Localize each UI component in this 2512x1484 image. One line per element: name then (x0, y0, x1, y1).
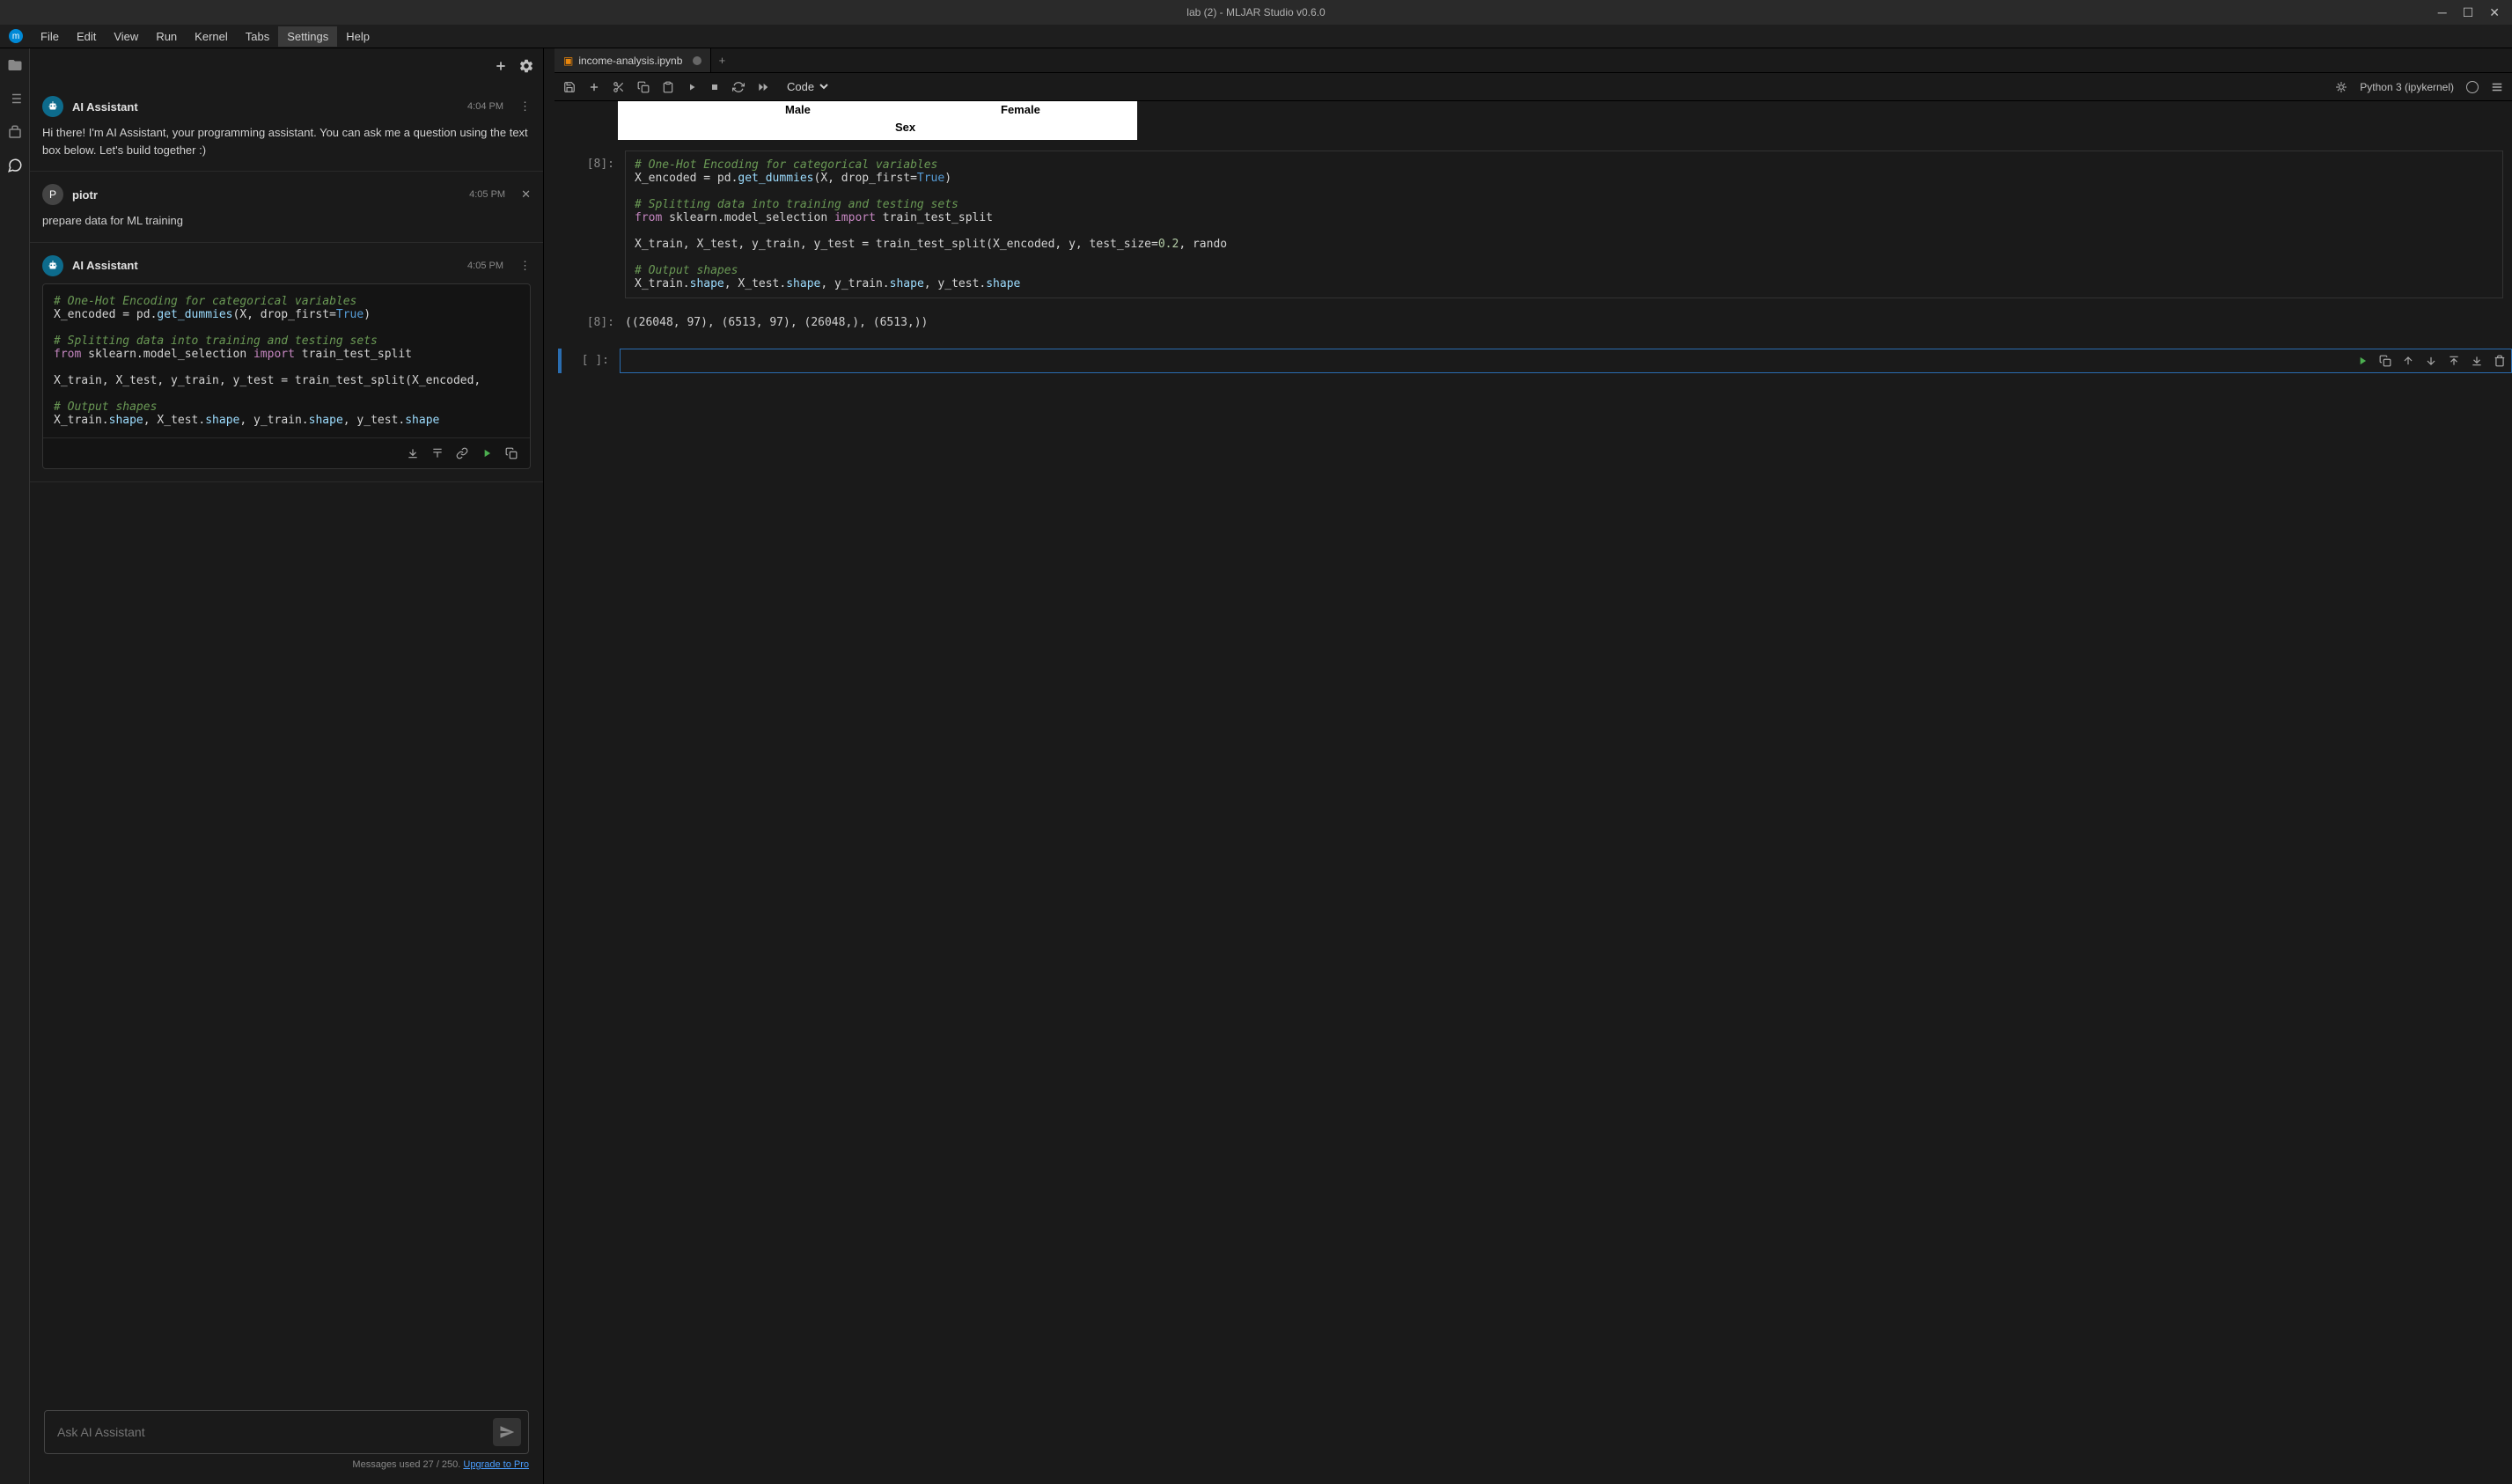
ai-avatar-icon (42, 255, 63, 276)
message-body: prepare data for ML training (42, 212, 531, 230)
menubar: m File Edit View Run Kernel Tabs Setting… (0, 25, 2512, 48)
app-logo-icon: m (9, 29, 23, 43)
run-cell-icon[interactable] (687, 82, 697, 92)
copy-icon[interactable] (505, 447, 518, 459)
paste-icon[interactable] (662, 81, 674, 93)
chat-input[interactable] (57, 1425, 493, 1439)
close-icon[interactable]: ✕ (2489, 5, 2500, 20)
insert-below-icon[interactable] (2471, 355, 2483, 367)
list-icon[interactable] (7, 91, 23, 107)
cut-icon[interactable] (613, 81, 625, 93)
menu-run[interactable]: Run (147, 26, 186, 47)
empty-cell-body[interactable] (620, 349, 2512, 373)
sender-name: piotr (72, 188, 98, 202)
chat-input-container (44, 1410, 529, 1454)
menu-icon[interactable] (2491, 81, 2503, 93)
cell-prompt: [8]: (563, 151, 625, 298)
upgrade-link[interactable]: Upgrade to Pro (463, 1459, 529, 1470)
chat-icon[interactable] (7, 158, 23, 173)
menu-kernel[interactable]: Kernel (186, 26, 237, 47)
code-block: # One-Hot Encoding for categorical varia… (42, 283, 531, 469)
kernel-status-icon (2466, 81, 2479, 93)
move-down-icon[interactable] (2425, 355, 2437, 367)
package-icon[interactable] (7, 124, 23, 140)
message-menu-icon[interactable]: ⋮ (519, 259, 531, 273)
divider[interactable] (544, 48, 555, 1484)
menu-help[interactable]: Help (337, 26, 378, 47)
folder-icon[interactable] (7, 57, 23, 73)
ai-chat-panel: AI Assistant 4:04 PM ⋮ Hi there! I'm AI … (29, 48, 544, 1484)
kernel-name[interactable]: Python 3 (ipykernel) (2360, 81, 2454, 93)
titlebar: lab (2) - MLJAR Studio v0.6.0 ─ ☐ ✕ (0, 0, 2512, 25)
add-cell-icon[interactable] (588, 81, 600, 93)
run-icon[interactable] (481, 447, 493, 459)
user-avatar-icon: P (42, 184, 63, 205)
menu-edit[interactable]: Edit (68, 26, 105, 47)
usage-text: Messages used 27 / 250. Upgrade to Pro (44, 1459, 529, 1470)
message-body: Hi there! I'm AI Assistant, your program… (42, 124, 531, 158)
duplicate-icon[interactable] (2379, 355, 2391, 367)
new-tab-button[interactable]: + (711, 48, 732, 72)
chart-output: Male Female Sex (618, 101, 1137, 140)
output-cell: [8]: ((26048, 97), (6513, 97), (26048,),… (555, 305, 2512, 340)
stop-icon[interactable] (709, 82, 720, 92)
chat-message-ai: AI Assistant 4:04 PM ⋮ Hi there! I'm AI … (30, 84, 543, 172)
code-content: # One-Hot Encoding for categorical varia… (43, 284, 530, 437)
menu-settings[interactable]: Settings (278, 26, 337, 47)
ai-avatar-icon (42, 96, 63, 117)
tab-label: income-analysis.ipynb (578, 55, 682, 67)
chat-message-user: P piotr 4:05 PM ✕ prepare data for ML tr… (30, 172, 543, 243)
delete-message-icon[interactable]: ✕ (521, 187, 531, 202)
save-icon[interactable] (563, 81, 576, 93)
new-chat-icon[interactable] (494, 59, 508, 73)
output-prompt: [8]: (563, 309, 625, 336)
insert-below-icon[interactable] (407, 447, 419, 459)
sender-name: AI Assistant (72, 259, 138, 272)
sender-name: AI Assistant (72, 100, 138, 114)
notebook-file-icon: ▣ (563, 55, 573, 67)
restart-icon[interactable] (732, 81, 745, 93)
link-icon[interactable] (456, 447, 468, 459)
cell-input[interactable]: # One-Hot Encoding for categorical varia… (625, 151, 2503, 298)
maximize-icon[interactable]: ☐ (2463, 5, 2474, 20)
copy-cell-icon[interactable] (637, 81, 650, 93)
minimize-icon[interactable]: ─ (2438, 5, 2447, 20)
code-cell[interactable]: [8]: # One-Hot Encoding for categorical … (555, 147, 2512, 302)
activity-bar (0, 48, 29, 1484)
message-menu-icon[interactable]: ⋮ (519, 99, 531, 114)
menu-tabs[interactable]: Tabs (237, 26, 278, 47)
chat-message-ai-code: AI Assistant 4:05 PM ⋮ # One-Hot Encodin… (30, 243, 543, 482)
delete-cell-icon[interactable] (2494, 355, 2506, 367)
debug-icon[interactable] (2335, 81, 2347, 93)
cell-type-select[interactable]: Code (782, 77, 831, 96)
move-up-icon[interactable] (2402, 355, 2414, 367)
insert-above-icon[interactable] (2448, 355, 2460, 367)
send-button[interactable] (493, 1418, 521, 1446)
notebook-panel: ▣ income-analysis.ipynb + Code Python 3 … (555, 48, 2512, 1484)
menu-file[interactable]: File (32, 26, 68, 47)
run-all-icon[interactable] (757, 81, 769, 93)
notebook-toolbar: Code Python 3 (ipykernel) (555, 73, 2512, 101)
message-time: 4:05 PM (469, 189, 505, 200)
run-cell-icon[interactable] (2356, 355, 2369, 367)
notebook-tab[interactable]: ▣ income-analysis.ipynb (555, 48, 711, 72)
message-time: 4:04 PM (467, 101, 503, 112)
empty-code-cell[interactable]: [ ]: (555, 349, 2512, 373)
menu-view[interactable]: View (105, 26, 147, 47)
empty-prompt: [ ]: (567, 349, 620, 373)
settings-icon[interactable] (518, 58, 534, 74)
message-time: 4:05 PM (467, 261, 503, 271)
tab-dirty-icon[interactable] (693, 56, 701, 65)
insert-above-icon[interactable] (431, 447, 444, 459)
cell-output: ((26048, 97), (6513, 97), (26048,), (651… (625, 309, 2503, 336)
window-title: lab (2) - MLJAR Studio v0.6.0 (1186, 6, 1325, 18)
